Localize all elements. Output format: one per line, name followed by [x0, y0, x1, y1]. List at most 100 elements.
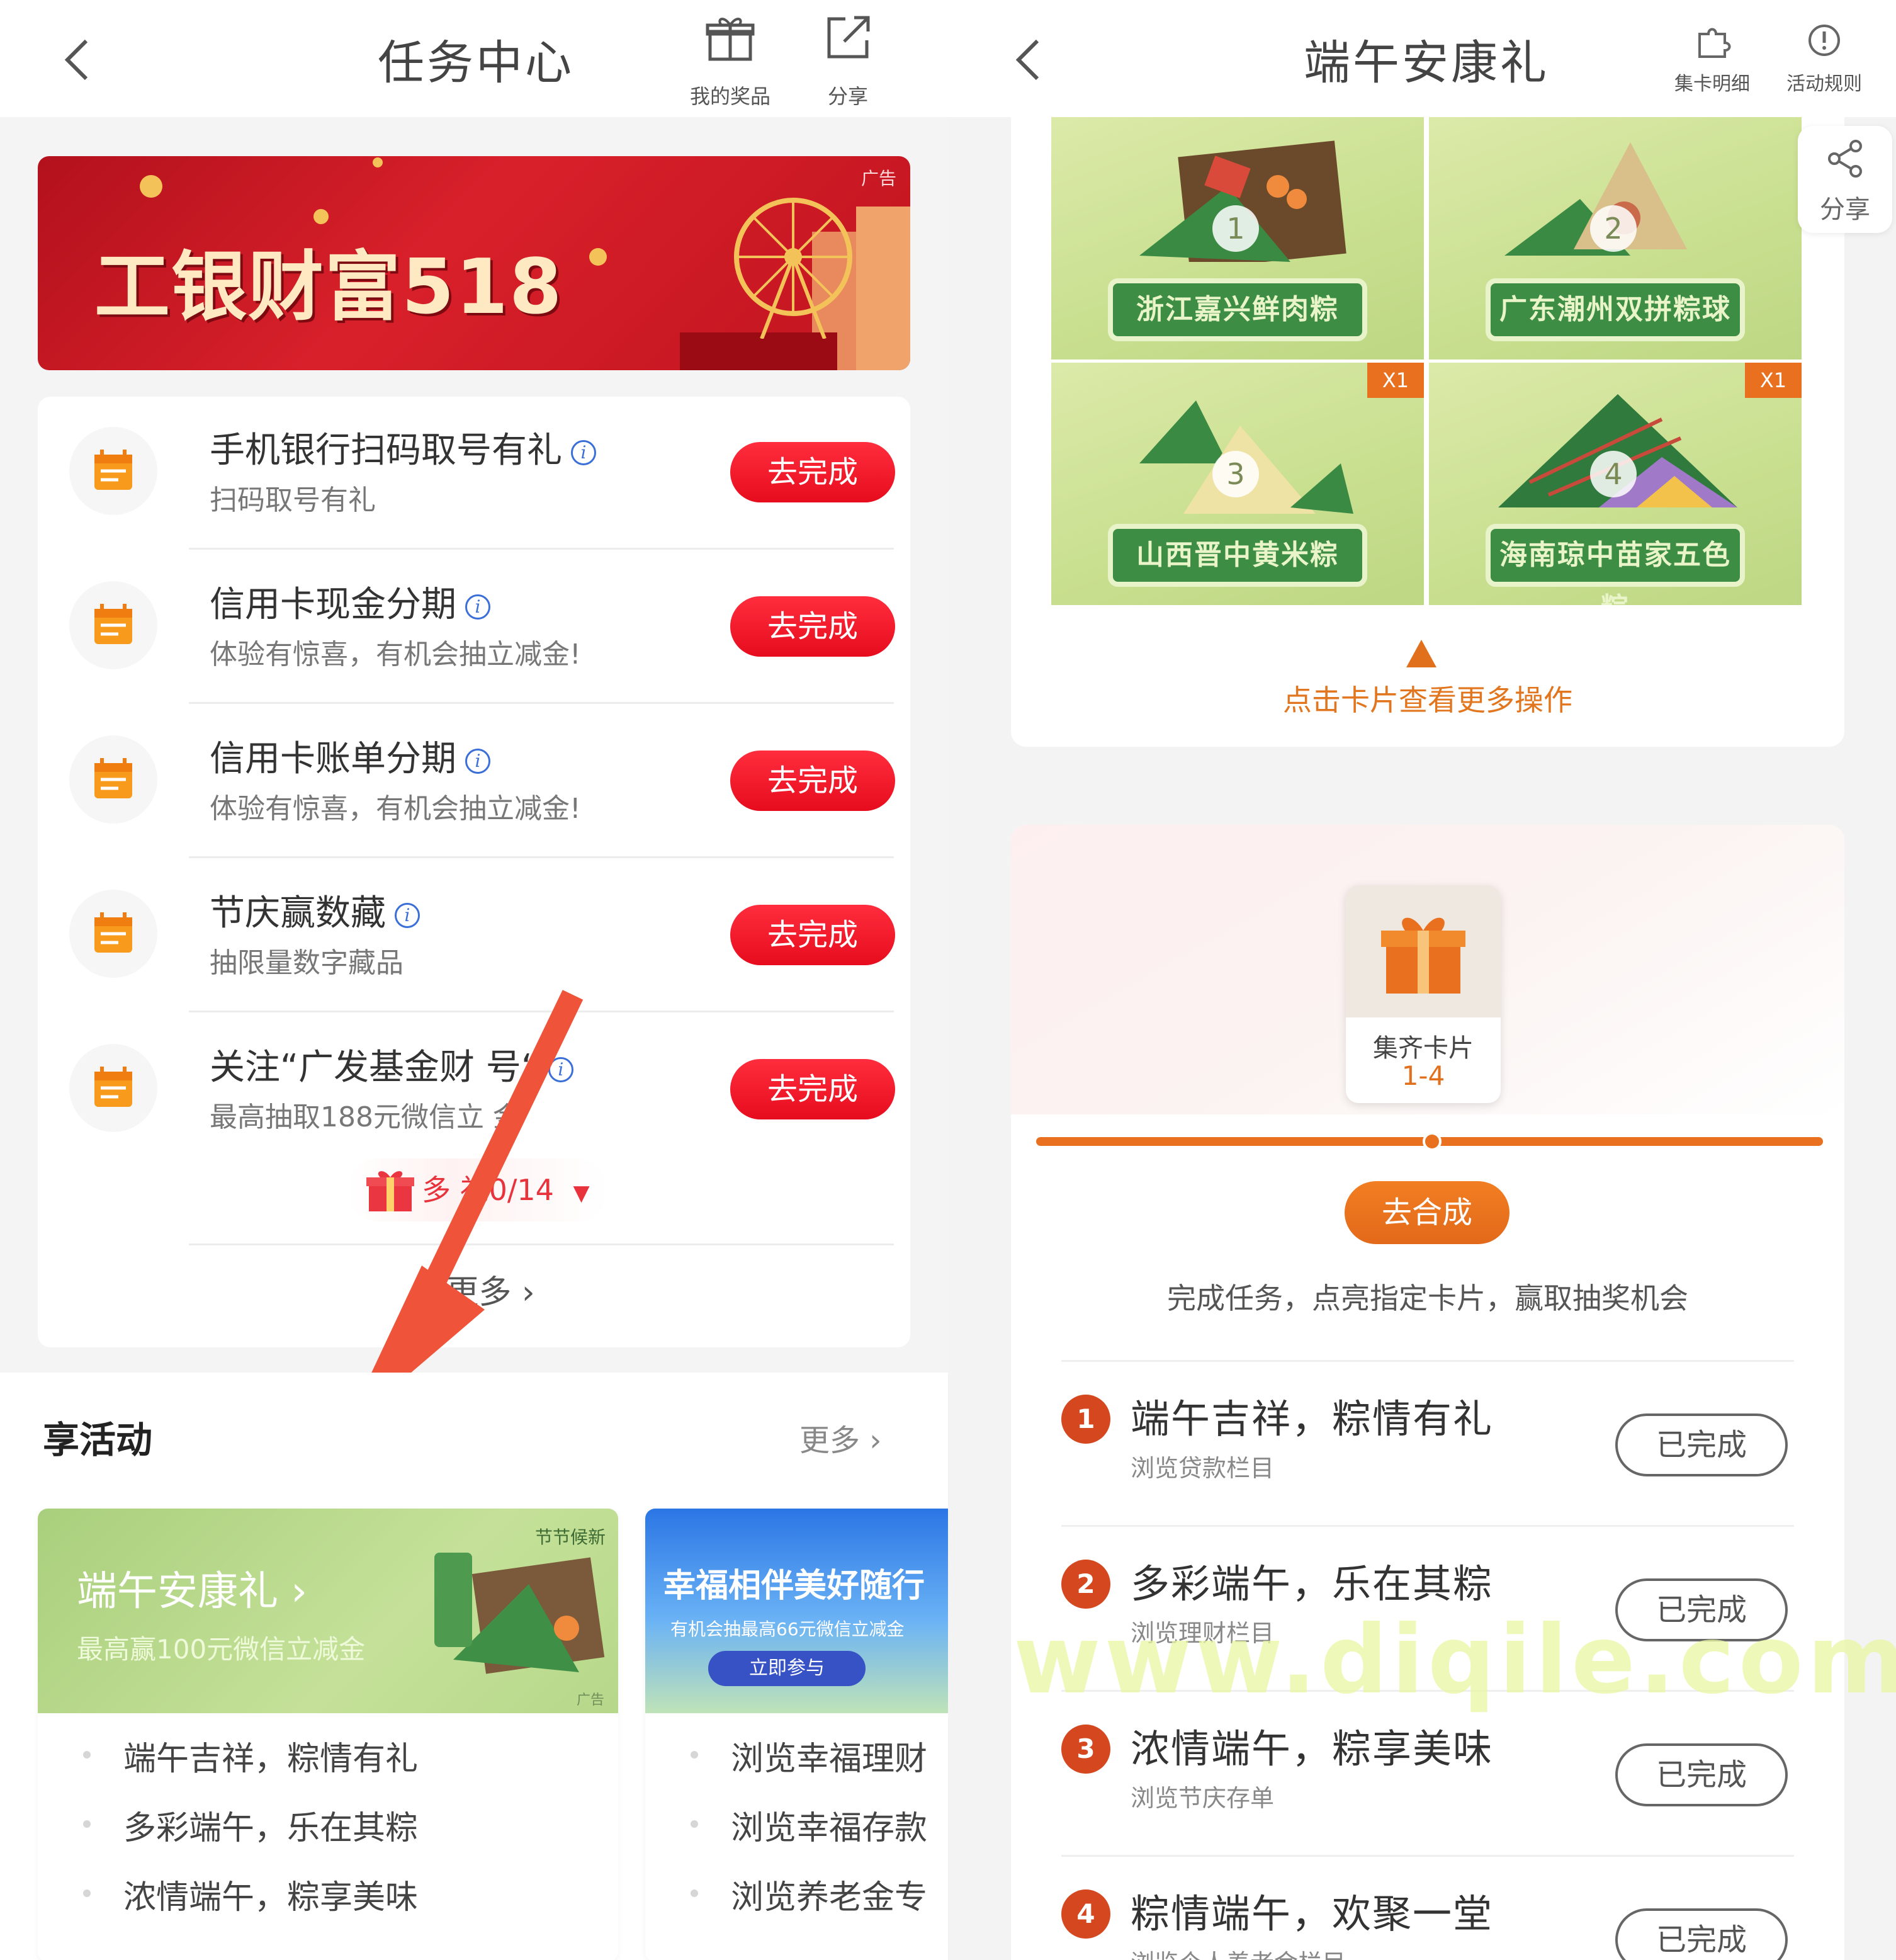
list-dot	[83, 1889, 91, 1897]
step-row: 3 浓情端午，粽享美味 浏览节庆存单 已完成	[1011, 1693, 1844, 1858]
activity-task: 端午吉祥，粽情有礼	[123, 1740, 419, 1778]
top-nav-bar: 任务中心 我的奖品 分享	[0, 0, 948, 117]
task-row: 手机银行扫码取号有礼 i 扫码取号有礼 去完成	[38, 397, 910, 551]
card-label: 广东潮州双拼粽球	[1486, 278, 1745, 341]
more-link[interactable]: 更多 ›	[799, 1415, 881, 1459]
share-icon	[801, 13, 895, 76]
divider	[189, 548, 894, 550]
activity-banner: 幸福相伴美好随行 有机会抽最高66元微信立减金 立即参与	[645, 1509, 948, 1713]
info-icon[interactable]: i	[465, 594, 490, 620]
complete-task-button[interactable]: 去完成	[730, 905, 895, 965]
collect-cards-label: 集齐卡片	[1373, 1034, 1474, 1063]
card-count-badge: X1	[1367, 363, 1424, 398]
activity-task: 多彩端午，乐在其粽	[123, 1810, 419, 1847]
triangle-up-icon	[1406, 640, 1436, 667]
complete-task-button[interactable]: 去完成	[730, 596, 895, 657]
task-title: 信用卡账单分期 i	[210, 730, 490, 781]
zongzi-card[interactable]: 3 山西晋中黄米粽 X1	[1051, 363, 1424, 605]
step-number: 4	[1061, 1889, 1110, 1939]
watermark-text: www.diqile.com	[1013, 1606, 1896, 1715]
completed-button[interactable]: 已完成	[1615, 1413, 1788, 1476]
card-number: 1	[1212, 205, 1259, 252]
complete-task-button[interactable]: 去完成	[730, 751, 895, 811]
calendar-icon	[69, 581, 157, 669]
info-circle-icon	[1774, 13, 1875, 63]
step-subtitle: 浏览个人养老金栏目	[1131, 1944, 1346, 1960]
task-title: 手机银行扫码取号有礼 i	[210, 422, 596, 473]
task-subtitle: 体验有惊喜，有机会抽立减金!	[210, 793, 581, 825]
complete-task-button[interactable]: 去完成	[730, 1059, 895, 1119]
info-icon[interactable]: i	[465, 748, 490, 774]
promo-banner[interactable]: 工银财富518 广告	[38, 156, 910, 370]
step-row: 4 粽情端午，欢聚一堂 浏览个人养老金栏目 已完成	[1011, 1858, 1844, 1960]
step-number: 3	[1061, 1725, 1110, 1774]
page-title: 端午安康礼	[1304, 36, 1549, 90]
join-now-button[interactable]: 立即参与	[708, 1651, 866, 1686]
collect-cards-box: 集齐卡片 1-4	[1346, 885, 1501, 1103]
info-icon[interactable]: i	[395, 902, 420, 928]
zongzi-card[interactable]: 2 广东潮州双拼粽球	[1429, 117, 1802, 360]
task-center-screen: 任务中心 我的奖品 分享 工银财富518 广告 手机银行扫码取号有礼 i 扫码取…	[0, 0, 948, 1960]
back-icon[interactable]	[60, 35, 98, 81]
activity-rules-button[interactable]: 活动规则	[1774, 13, 1875, 96]
step-title: 端午吉祥，粽情有礼	[1131, 1396, 1494, 1442]
completed-button[interactable]: 已完成	[1615, 1743, 1788, 1806]
gift-icon	[683, 13, 777, 76]
list-dot	[83, 1751, 91, 1759]
divider	[1061, 1360, 1794, 1362]
gift-box-icon	[1381, 917, 1465, 994]
synthesize-button[interactable]: 去合成	[1345, 1181, 1509, 1244]
completed-button[interactable]: 已完成	[1615, 1908, 1788, 1960]
activity-banner: 端午安康礼 › 最高赢100元微信立减金 节节候新 广告	[38, 1509, 618, 1713]
calendar-icon	[69, 890, 157, 978]
activity-task: 浏览幸福理财	[731, 1740, 928, 1778]
zongzi-card[interactable]: 4 海南琼中苗家五色粽 X1	[1429, 363, 1802, 605]
zongzi-illustration-icon	[434, 1553, 605, 1674]
card-label: 山西晋中黄米粽	[1108, 524, 1367, 587]
list-dot	[83, 1820, 91, 1828]
activity-desc: 有机会抽最高66元微信立减金	[670, 1619, 905, 1640]
share-button[interactable]: 分享	[801, 13, 895, 110]
progress-marker	[1423, 1132, 1442, 1151]
back-icon[interactable]	[1011, 35, 1049, 81]
banner-text: 工银财富518	[94, 244, 563, 331]
task-subtitle: 扫码取号有礼	[210, 484, 376, 516]
activity-name: 幸福相伴美好随行	[663, 1567, 925, 1605]
my-prizes-button[interactable]: 我的奖品	[683, 13, 777, 110]
info-icon[interactable]: i	[571, 439, 596, 465]
task-row: 信用卡账单分期 i 体验有惊喜，有机会抽立减金! 去完成	[38, 705, 910, 859]
box-header	[1346, 885, 1501, 1017]
zongzi-card[interactable]: 1 浙江嘉兴鲜肉粽	[1051, 117, 1424, 360]
card-hint-text: 点击卡片查看更多操作	[1283, 683, 1572, 717]
share-label: 分享	[1820, 195, 1870, 224]
activity-rules-label: 活动规则	[1786, 73, 1862, 95]
divider	[189, 856, 894, 858]
share-nodes-icon	[1825, 139, 1866, 181]
complete-task-button[interactable]: 去完成	[730, 442, 895, 502]
activity-task: 浏览幸福存款	[731, 1810, 928, 1847]
calendar-icon	[69, 1044, 157, 1132]
activities-section: 享活动 更多 › 端午安康礼 › 最高赢100元微信立减金 节节候新 广告 端午…	[0, 1373, 948, 1960]
card-number: 2	[1590, 205, 1637, 252]
step-title: 多彩端午，乐在其粽	[1131, 1561, 1494, 1607]
activity-task: 浓情端午，粽享美味	[123, 1879, 419, 1917]
step-subtitle: 浏览贷款栏目	[1131, 1454, 1275, 1482]
activity-card-dragon-boat[interactable]: 端午安康礼 › 最高赢100元微信立减金 节节候新 广告 端午吉祥，粽情有礼 多…	[38, 1509, 618, 1960]
collect-cards-range: 1-4	[1401, 1060, 1445, 1091]
my-prizes-label: 我的奖品	[689, 84, 770, 108]
step-title: 粽情端午，欢聚一堂	[1131, 1891, 1494, 1937]
task-title: 信用卡现金分期 i	[210, 576, 490, 627]
activity-card-happiness[interactable]: 幸福相伴美好随行 有机会抽最高66元微信立减金 立即参与 浏览幸福理财 浏览幸福…	[645, 1509, 948, 1960]
task-title-text: 手机银行扫码取号有礼	[210, 430, 562, 471]
list-dot	[691, 1889, 698, 1897]
step-number: 2	[1061, 1560, 1110, 1609]
card-label: 海南琼中苗家五色粽	[1486, 524, 1745, 605]
divider	[189, 702, 894, 704]
list-dot	[691, 1751, 698, 1759]
ferris-wheel-icon	[718, 188, 869, 341]
card-details-button[interactable]: 集卡明细	[1662, 13, 1763, 96]
floating-share-button[interactable]: 分享	[1798, 126, 1892, 233]
page-title: 任务中心	[378, 36, 574, 90]
task-title: 节庆赢数藏 i	[210, 885, 420, 936]
card-label: 浙江嘉兴鲜肉粽	[1108, 278, 1367, 341]
